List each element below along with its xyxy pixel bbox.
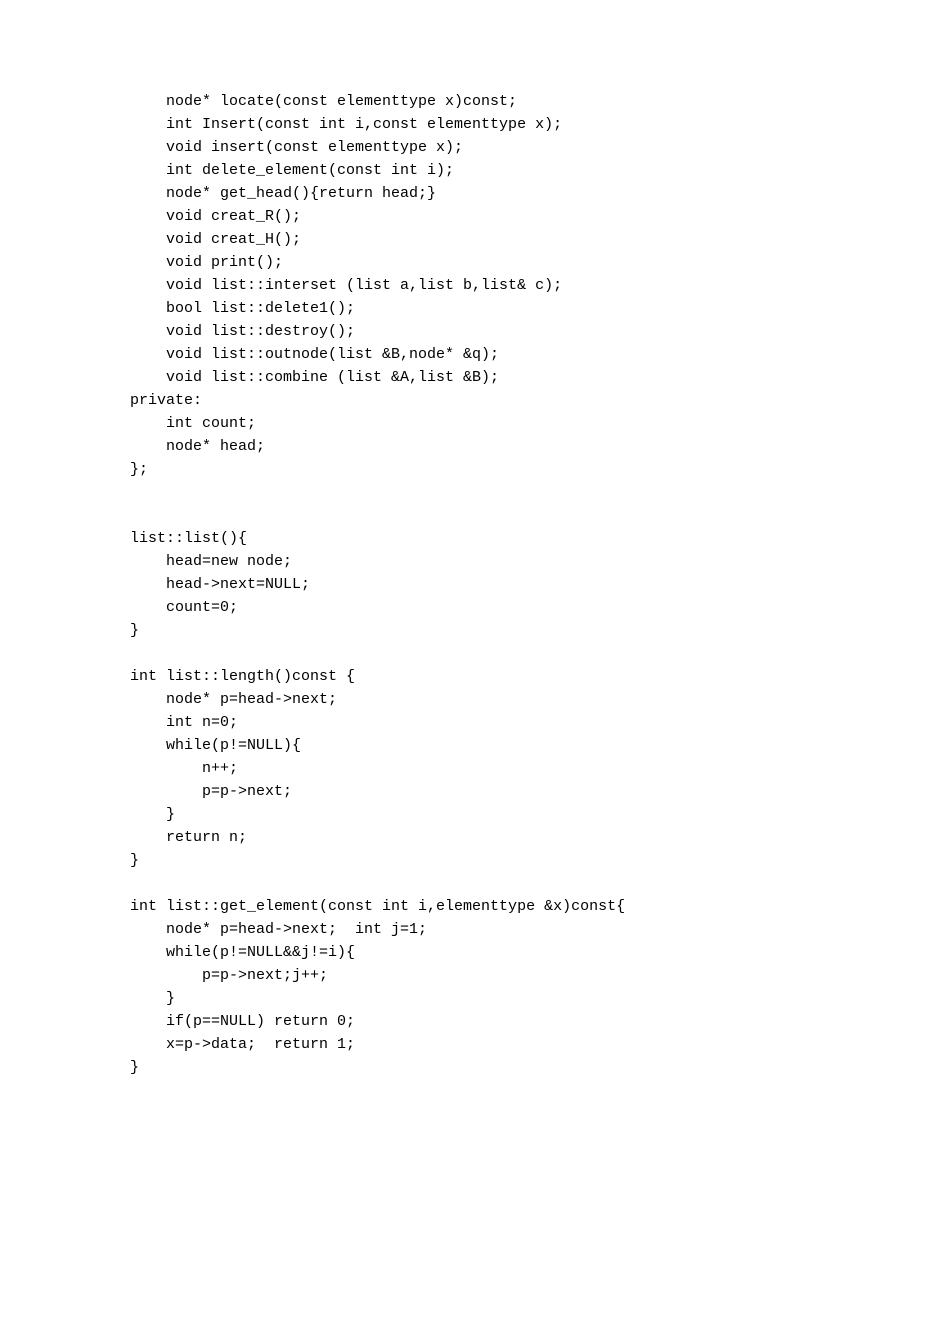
code-line: void creat_H(); <box>130 231 301 248</box>
code-line: head->next=NULL; <box>130 576 310 593</box>
code-line: p=p->next; <box>130 783 292 800</box>
code-line: } <box>130 806 175 823</box>
code-line: int list::length()const { <box>130 668 355 685</box>
code-line: n++; <box>130 760 238 777</box>
code-line: int n=0; <box>130 714 238 731</box>
code-line: int count; <box>130 415 256 432</box>
code-line: } <box>130 990 175 1007</box>
code-line: } <box>130 852 139 869</box>
code-line: return n; <box>130 829 247 846</box>
code-line: private: <box>130 392 202 409</box>
code-line: while(p!=NULL&&j!=i){ <box>130 944 355 961</box>
code-line: if(p==NULL) return 0; <box>130 1013 355 1030</box>
document-page: node* locate(const elementtype x)const; … <box>0 0 945 1337</box>
code-line: void print(); <box>130 254 283 271</box>
code-line: }; <box>130 461 148 478</box>
code-line: void creat_R(); <box>130 208 301 225</box>
code-line: } <box>130 1059 139 1076</box>
code-line: int delete_element(const int i); <box>130 162 454 179</box>
code-line: head=new node; <box>130 553 292 570</box>
code-line: node* get_head(){return head;} <box>130 185 436 202</box>
code-line: } <box>130 622 139 639</box>
code-line: int list::get_element(const int i,elemen… <box>130 898 625 915</box>
code-line: node* head; <box>130 438 265 455</box>
code-line: node* p=head->next; <box>130 691 337 708</box>
code-line: node* p=head->next; int j=1; <box>130 921 427 938</box>
code-line: void list::interset (list a,list b,list&… <box>130 277 562 294</box>
code-line: bool list::delete1(); <box>130 300 355 317</box>
code-line: void insert(const elementtype x); <box>130 139 463 156</box>
code-line: void list::combine (list &A,list &B); <box>130 369 499 386</box>
code-line: list::list(){ <box>130 530 247 547</box>
code-line: p=p->next;j++; <box>130 967 328 984</box>
code-line: x=p->data; return 1; <box>130 1036 355 1053</box>
code-line: while(p!=NULL){ <box>130 737 301 754</box>
code-line: void list::destroy(); <box>130 323 355 340</box>
code-line: void list::outnode(list &B,node* &q); <box>130 346 499 363</box>
code-listing: node* locate(const elementtype x)const; … <box>130 90 825 1079</box>
code-line: node* locate(const elementtype x)const; <box>130 93 517 110</box>
code-line: int Insert(const int i,const elementtype… <box>130 116 562 133</box>
code-line: count=0; <box>130 599 238 616</box>
